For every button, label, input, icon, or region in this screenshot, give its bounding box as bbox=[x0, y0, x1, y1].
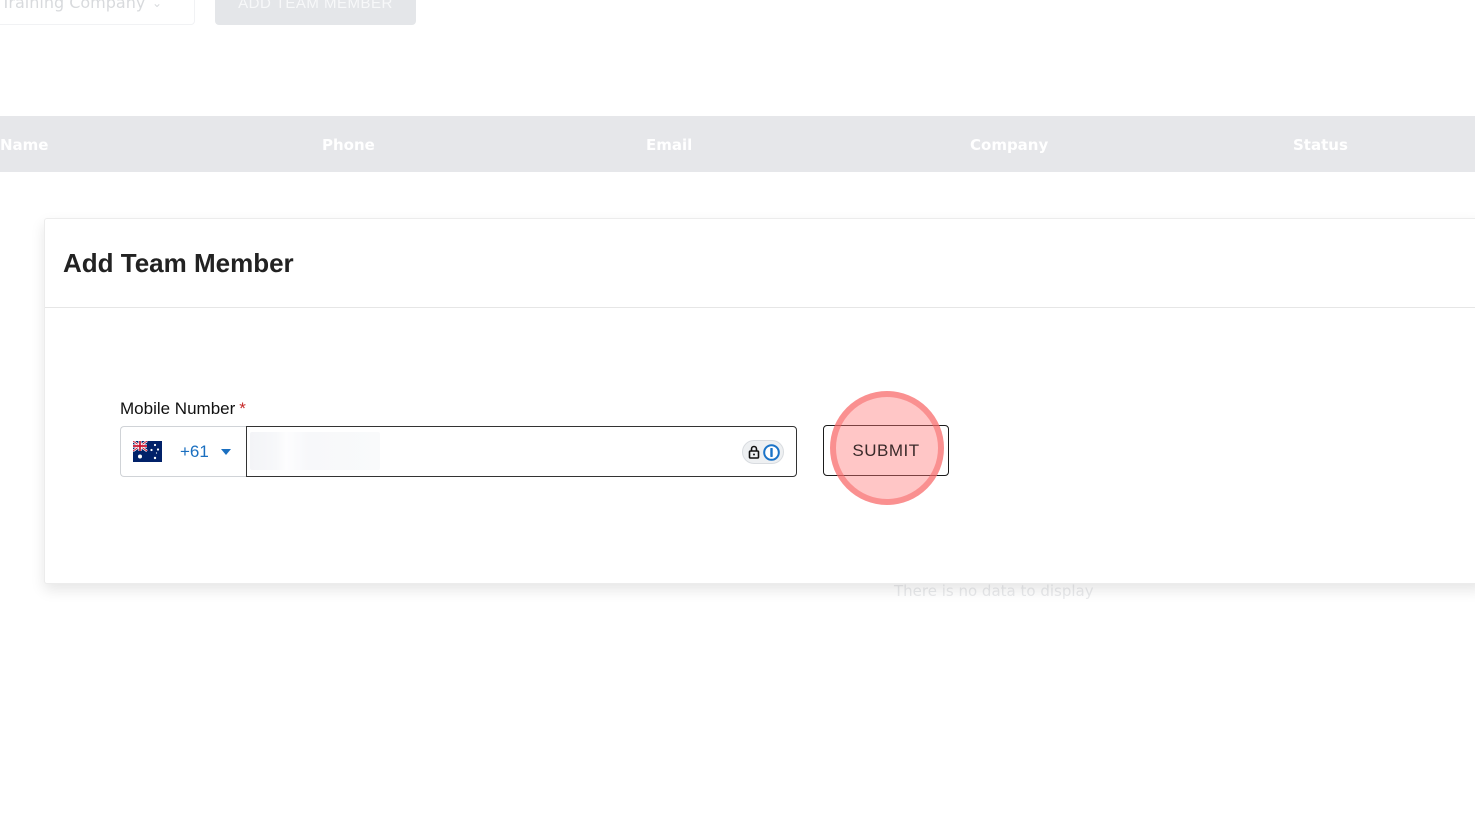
column-header-name[interactable]: Name bbox=[0, 136, 48, 154]
empty-table-message: There is no data to display bbox=[894, 582, 1094, 600]
submit-button-label: SUBMIT bbox=[852, 440, 920, 460]
submit-button[interactable]: SUBMIT bbox=[823, 425, 949, 476]
mobile-number-label: Mobile Number * bbox=[120, 399, 246, 419]
column-header-company[interactable]: Company bbox=[970, 136, 1048, 154]
company-select[interactable]: Training Company ⌄ bbox=[0, 0, 195, 25]
mobile-number-label-text: Mobile Number bbox=[120, 399, 236, 418]
onepassword-icon bbox=[762, 443, 780, 461]
column-header-phone[interactable]: Phone bbox=[322, 136, 375, 154]
modal-header: Add Team Member bbox=[45, 219, 1475, 308]
add-team-member-button[interactable]: ADD TEAM MEMBER bbox=[215, 0, 416, 25]
password-manager-icon[interactable] bbox=[742, 440, 784, 464]
add-team-member-modal: Add Team Member Mobile Number * +61 SUBM… bbox=[44, 218, 1475, 584]
lock-icon bbox=[748, 445, 759, 459]
modal-title: Add Team Member bbox=[63, 247, 294, 278]
column-header-email[interactable]: Email bbox=[646, 136, 692, 154]
chevron-down-icon: ⌄ bbox=[151, 0, 162, 10]
australia-flag-icon bbox=[133, 441, 162, 462]
caret-down-icon bbox=[220, 448, 231, 455]
required-marker: * bbox=[239, 399, 246, 418]
company-select-value: Training Company bbox=[1, 0, 146, 12]
country-code-select[interactable]: +61 bbox=[120, 426, 247, 477]
country-dial-code: +61 bbox=[180, 441, 209, 461]
table-header: Name Phone Email Company Status bbox=[0, 116, 1475, 172]
column-header-status[interactable]: Status bbox=[1293, 136, 1348, 154]
redacted-phone-value bbox=[250, 432, 380, 470]
